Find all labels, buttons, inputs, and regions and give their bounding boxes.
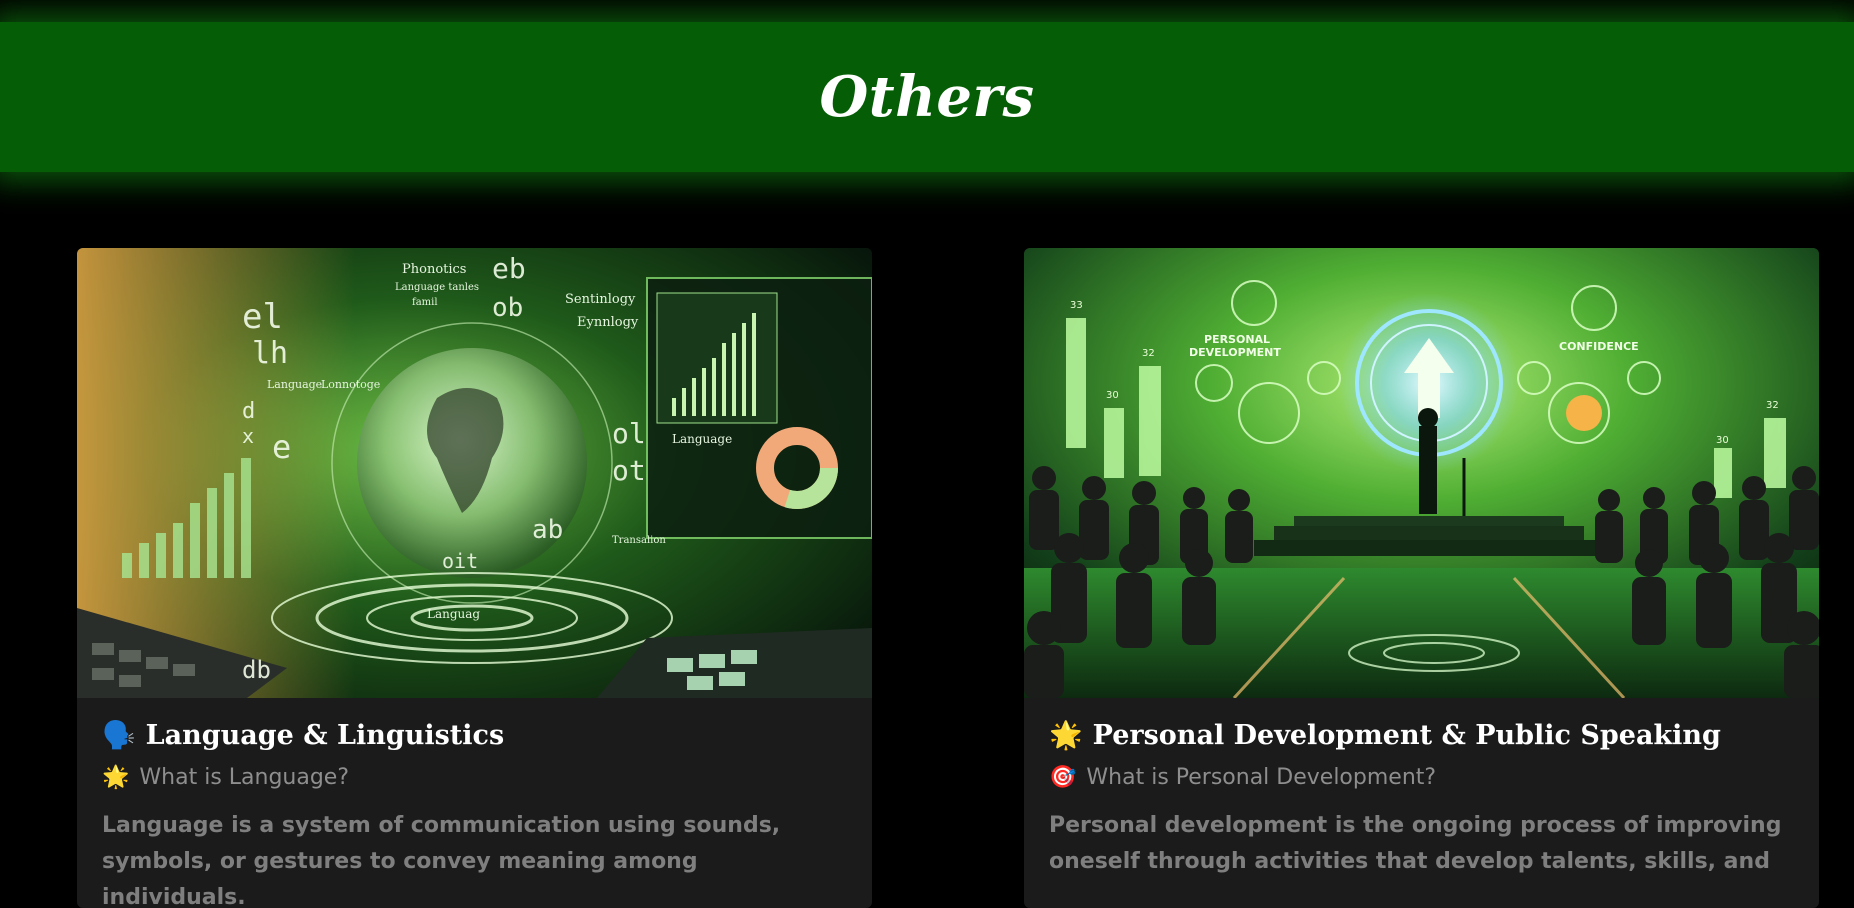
card-description: Personal development is the ongoing proc… [1049, 813, 1782, 874]
language-card-image: Phonotics Language tanles famil Sentinlo… [77, 248, 872, 698]
target-icon: 🎯 [1049, 764, 1077, 790]
svg-text:Language: Language [672, 432, 732, 446]
card-subtitle-text: What is Language? [139, 765, 350, 790]
personal-development-card-image: 33 32 30 32 30 PERSONAL DEVELOPMENT CONF… [1024, 248, 1819, 698]
svg-text:Phonotics: Phonotics [402, 262, 466, 277]
card-title-text: Language & Linguistics [145, 720, 505, 751]
svg-text:Languag: Languag [427, 607, 480, 621]
svg-text:Language tanles: Language tanles [395, 282, 479, 293]
svg-text:d: d [242, 399, 255, 424]
svg-text:Lonnotoge: Lonnotoge [321, 378, 380, 391]
card-subtitle: 🎯 What is Personal Development? [1049, 765, 1794, 790]
svg-text:ol: ol [612, 417, 646, 450]
card-subtitle-text: What is Personal Development? [1086, 765, 1437, 790]
svg-text:DEVELOPMENT: DEVELOPMENT [1189, 346, 1281, 359]
svg-text:lh: lh [252, 336, 288, 371]
section-banner: Others [0, 22, 1854, 172]
svg-text:Sentinlogy: Sentinlogy [565, 292, 636, 307]
svg-text:ob: ob [492, 293, 523, 323]
speaking-head-icon: 🗣️ [102, 720, 136, 751]
sun-icon: 🌟 [1049, 720, 1083, 751]
svg-text:CONFIDENCE: CONFIDENCE [1559, 340, 1639, 353]
card-title[interactable]: 🌟 Personal Development & Public Speaking [1049, 720, 1794, 751]
svg-text:eb: eb [492, 252, 526, 285]
topic-card-personal-development[interactable]: 33 32 30 32 30 PERSONAL DEVELOPMENT CONF… [1024, 248, 1819, 908]
svg-text:Language: Language [267, 378, 322, 391]
svg-text:ab: ab [532, 515, 563, 545]
topic-card-language[interactable]: Phonotics Language tanles famil Sentinlo… [77, 248, 872, 908]
svg-text:Transalion: Transalion [612, 535, 666, 546]
svg-text:33: 33 [1070, 300, 1083, 311]
svg-text:32: 32 [1766, 400, 1779, 411]
svg-text:x: x [242, 424, 254, 448]
svg-text:Eynnlogy: Eynnlogy [577, 315, 639, 330]
card-title-text: Personal Development & Public Speaking [1092, 720, 1721, 751]
svg-text:el: el [242, 297, 283, 337]
sun-icon: 🌟 [102, 764, 130, 790]
svg-text:db: db [242, 656, 271, 684]
card-description: Language is a system of communication us… [102, 813, 781, 908]
svg-text:32: 32 [1142, 348, 1155, 359]
card-subtitle: 🌟 What is Language? [102, 765, 847, 790]
card-title[interactable]: 🗣️ Language & Linguistics [102, 720, 847, 751]
svg-text:30: 30 [1716, 435, 1729, 446]
section-title: Others [819, 64, 1035, 130]
svg-text:oit: oit [442, 549, 478, 573]
svg-text:30: 30 [1106, 390, 1119, 401]
svg-text:famil: famil [412, 297, 438, 308]
svg-text:e: e [272, 428, 291, 466]
svg-text:PERSONAL: PERSONAL [1204, 333, 1270, 346]
svg-text:ot: ot [612, 454, 646, 487]
